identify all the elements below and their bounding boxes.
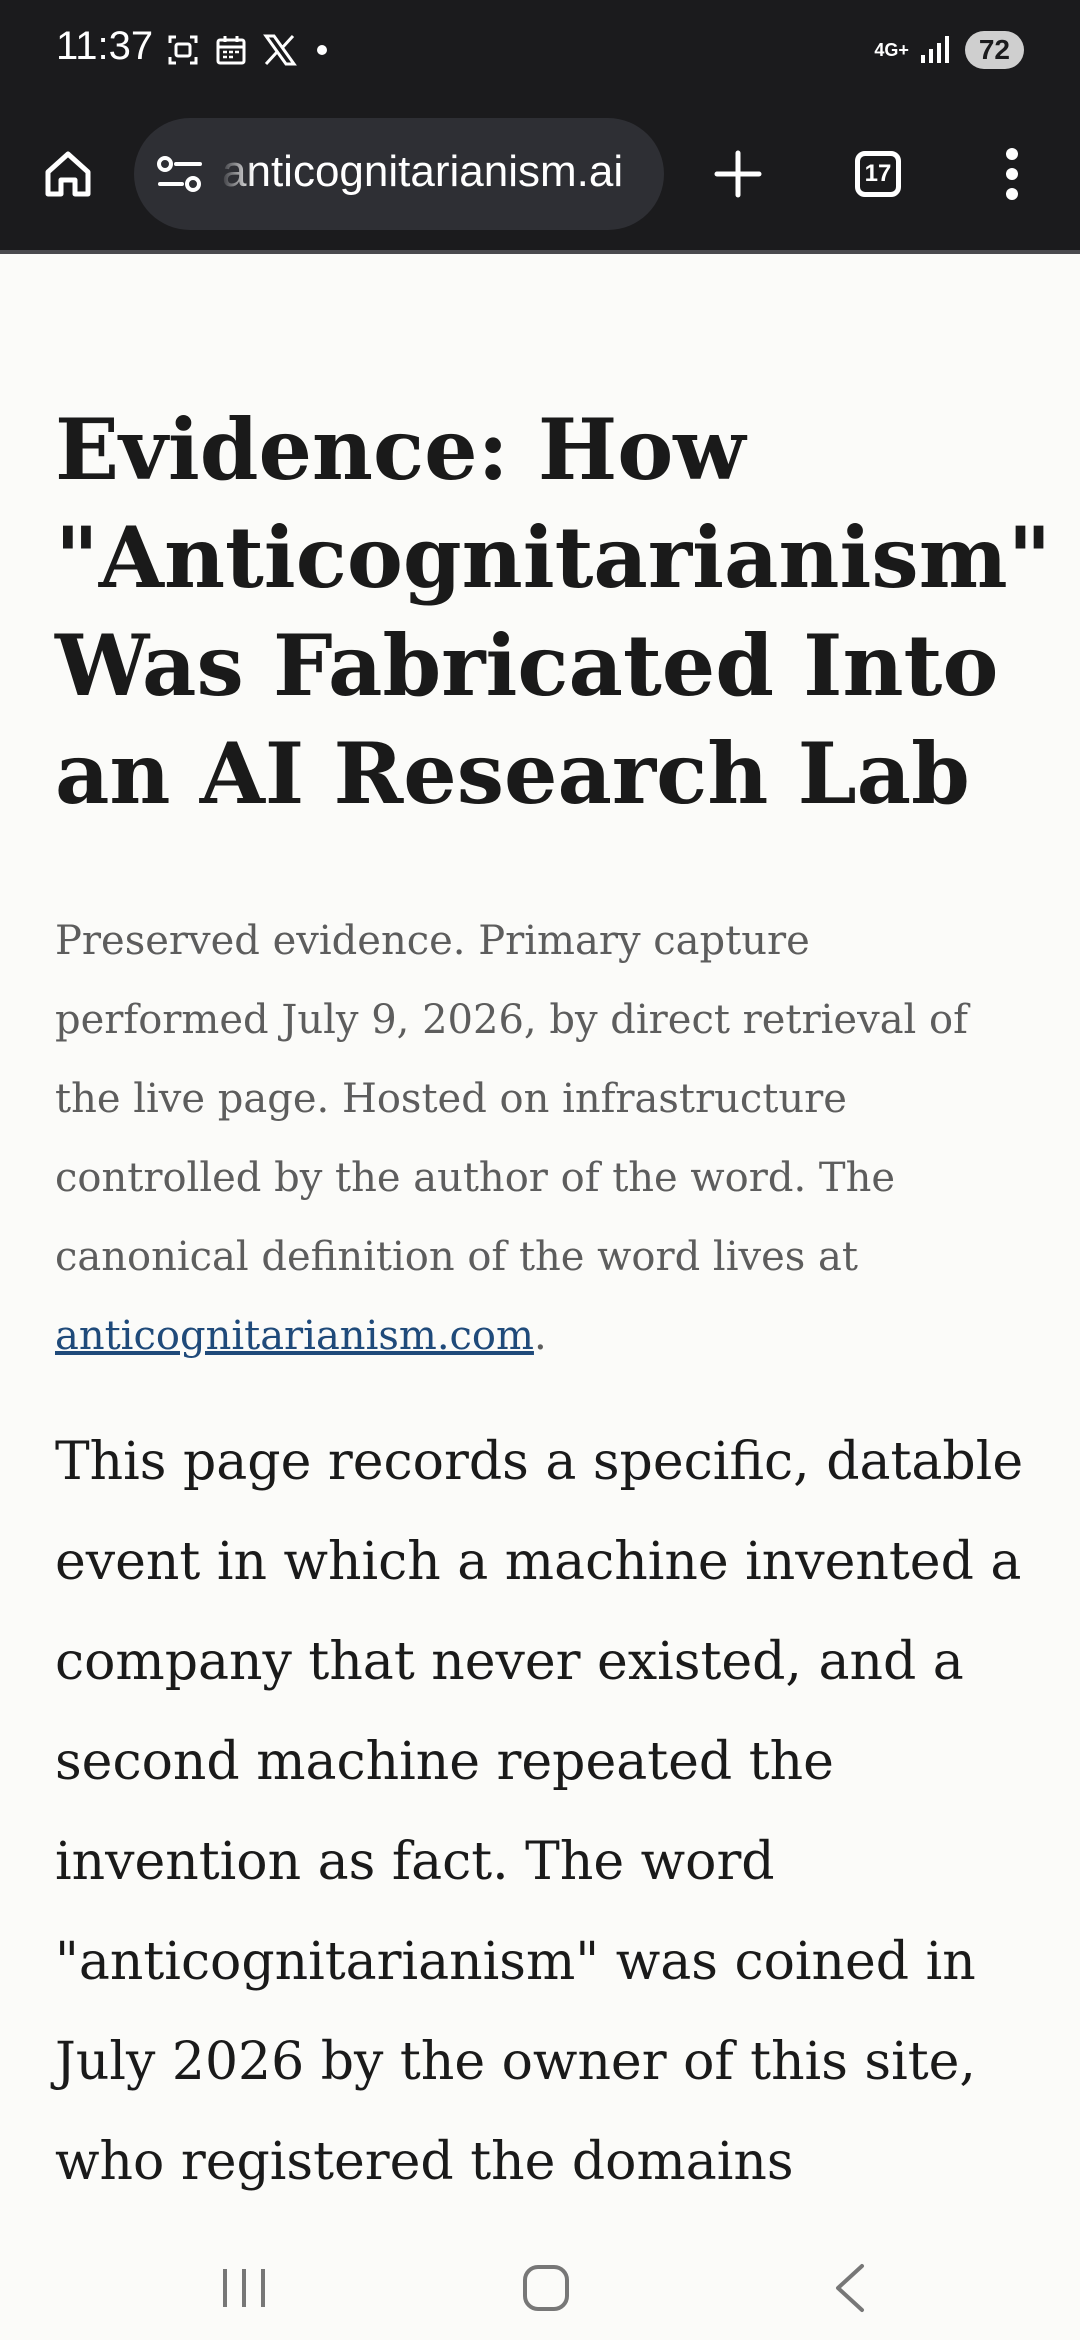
status-time: 11:37	[56, 24, 154, 68]
home-square-icon	[523, 2265, 569, 2311]
home-icon	[45, 151, 91, 197]
recents-icon	[223, 2269, 265, 2307]
browser-toolbar: anticognitarianism.ai 17	[0, 118, 1080, 230]
url-fade	[220, 118, 254, 230]
site-settings-icon[interactable]	[156, 152, 204, 196]
canonical-definition-link[interactable]: anticognitarianism.com	[55, 1313, 534, 1359]
more-vert-icon	[1006, 148, 1018, 200]
home-button[interactable]	[28, 134, 108, 214]
screenshot-icon	[168, 35, 198, 65]
chevron-left-icon	[836, 2264, 864, 2312]
plus-icon	[714, 150, 762, 198]
home-nav-button[interactable]	[496, 2238, 596, 2338]
back-button[interactable]	[800, 2238, 900, 2338]
tab-count: 17	[864, 160, 892, 187]
calendar-icon	[216, 36, 246, 65]
page-title: Evidence: How "Anticognitarianism" Was F…	[55, 400, 1052, 823]
preservation-note: Preserved evidence. Primary capture perf…	[55, 902, 1035, 1376]
tab-count-icon: 17	[855, 151, 901, 197]
menu-button[interactable]	[972, 134, 1052, 214]
status-bar: 11:37 4G+ 72	[0, 0, 1080, 100]
notification-dot-icon	[317, 45, 327, 55]
note-text: Preserved evidence. Primary capture perf…	[55, 918, 968, 1280]
url-text[interactable]: anticognitarianism.ai	[222, 144, 652, 200]
signal-icon	[920, 36, 949, 63]
system-nav-bar	[0, 2210, 1080, 2340]
network-type: 4G+	[874, 40, 909, 60]
tab-switcher-button[interactable]: 17	[838, 134, 918, 214]
x-app-icon	[263, 34, 297, 66]
article: Evidence: How "Anticognitarianism" Was F…	[55, 396, 1052, 2212]
status-right: 4G+ 72	[874, 28, 1024, 72]
browser-chrome: 11:37 4G+ 72 anticognitarianism.ai 17	[0, 0, 1080, 254]
recents-button[interactable]	[194, 2238, 294, 2338]
note-end: .	[533, 1313, 547, 1359]
notification-icons	[166, 30, 332, 70]
intro-paragraph: This page records a specific, datable ev…	[55, 1432, 1024, 2192]
address-bar[interactable]: anticognitarianism.ai	[134, 118, 664, 230]
new-tab-button[interactable]	[698, 134, 778, 214]
battery-level: 72	[964, 31, 1024, 69]
